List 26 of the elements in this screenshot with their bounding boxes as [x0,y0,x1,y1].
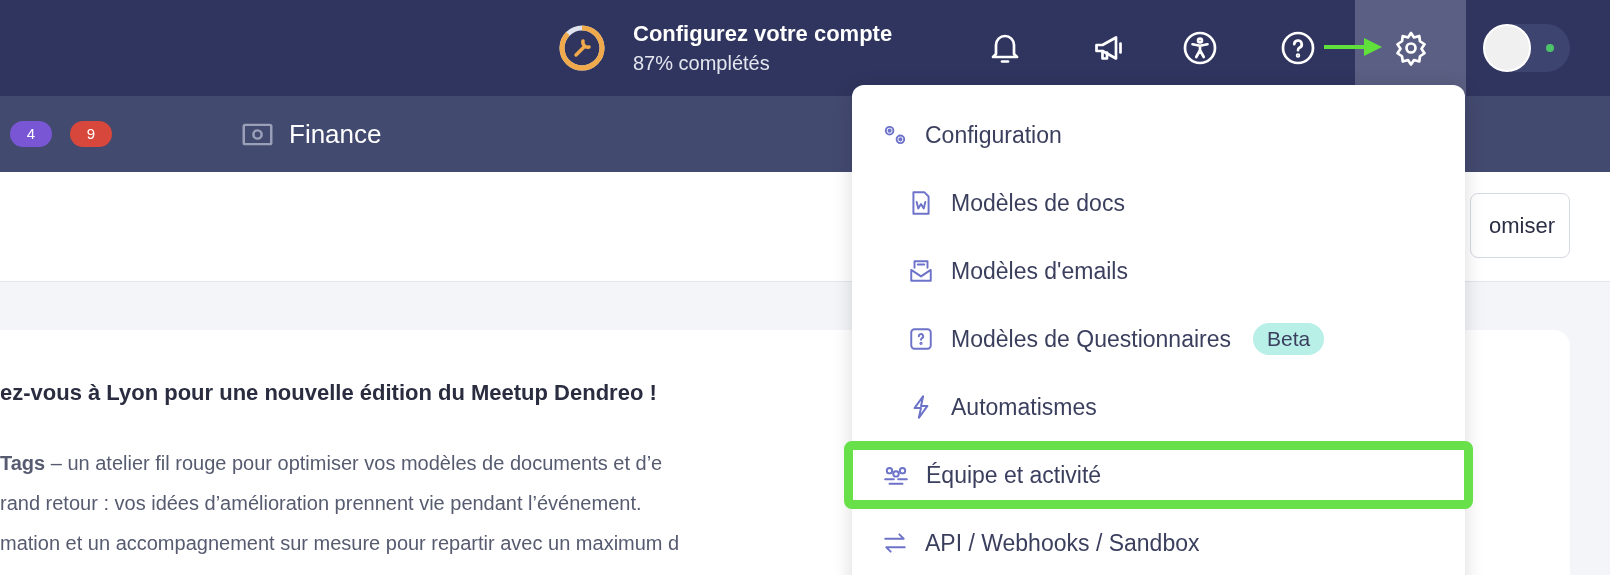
news-text-line: rand retour : vos idées d’amélioration prennent vie pendant l’événement. [0,491,643,516]
customize-button[interactable]: omiser [1470,193,1570,258]
menu-item[interactable]: API / Webhooks / Sandbox [852,509,1465,575]
news-text-line: mation et un accompagnement sur mesure pour repartir avec un maximum d [0,531,681,556]
news-text-line: Tags – un atelier fil rouge pour optimiser vos modèles de documents et d’e [0,451,664,476]
count-badge: 9 [70,121,112,147]
setup-progress-ring[interactable] [557,23,607,73]
swap-arrows-icon [882,530,908,556]
count-badge: 4 [10,121,52,147]
help-icon [1279,30,1316,66]
menu-item[interactable]: Configuration [852,101,1465,169]
user-menu-toggle[interactable] [1483,24,1570,72]
envelope-icon [908,258,934,284]
setup-title[interactable]: Configurez votre compte [633,19,893,49]
menu-item[interactable]: Automatismes [852,373,1465,441]
beta-badge: Beta [1253,323,1325,355]
menu-item[interactable]: Modèles de docs [852,169,1465,237]
accessibility-icon [1182,30,1218,66]
setup-progress-text: 87% complétés [633,51,771,76]
menu-item[interactable]: Modèles de Questionnaires Beta [852,305,1465,373]
question-icon [908,326,934,352]
menu-item[interactable]: Modèles d'emails [852,237,1465,305]
avatar-icon [1483,24,1531,72]
nav-link[interactable]: Finance [241,114,382,154]
menu-item[interactable]: Équipe et activité [844,441,1473,509]
news-heading: ez-vous à Lyon pour une nouvelle édition du Meetup Dendreo ! [0,379,658,407]
